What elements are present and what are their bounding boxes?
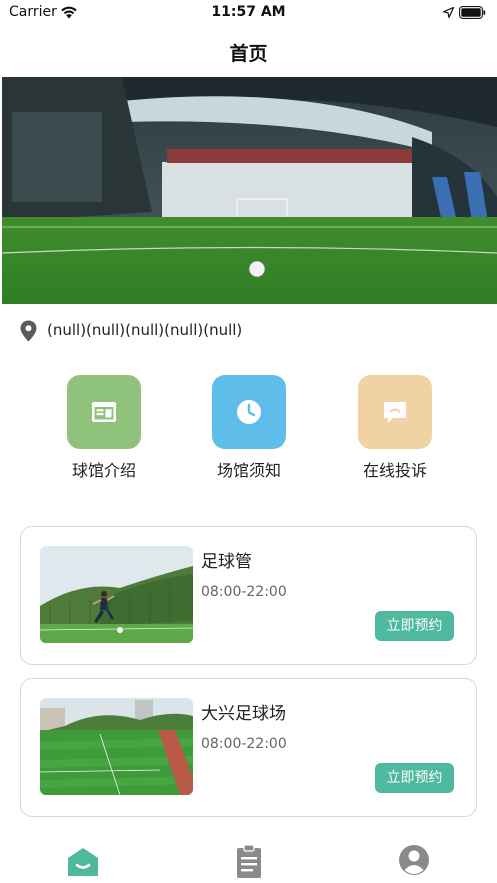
- venue-card[interactable]: 足球管 08:00-22:00 立即预约: [20, 526, 477, 665]
- tab-orders[interactable]: [229, 840, 269, 880]
- venue-name: 足球管: [201, 552, 252, 572]
- tab-profile[interactable]: [394, 840, 434, 880]
- feature-label: 场馆须知: [216, 461, 281, 480]
- location-pin-icon: [20, 320, 37, 342]
- venue-card[interactable]: 大兴足球场 08:00-22:00 立即预约: [20, 678, 477, 817]
- clipboard-icon: [237, 844, 261, 878]
- venue-thumbnail: [40, 546, 193, 643]
- chat-bubble-icon: [384, 402, 406, 423]
- book-now-button[interactable]: 立即预约: [375, 763, 454, 793]
- home-icon: [68, 848, 98, 876]
- tab-bar: [0, 832, 497, 883]
- user-icon: [399, 845, 429, 875]
- feature-label: 在线投诉: [362, 461, 427, 480]
- browser-window-icon: [92, 402, 116, 422]
- venue-hours: 08:00-22:00: [201, 584, 287, 600]
- address-text: (null)(null)(null)(null)(null): [47, 321, 243, 339]
- feature-tile-complaint[interactable]: [358, 375, 432, 449]
- venue-hours: 08:00-22:00: [201, 736, 287, 752]
- clock-icon: [237, 400, 261, 424]
- status-bar: Carrier 11:57 AM: [0, 0, 497, 26]
- venue-name: 大兴足球场: [201, 704, 286, 724]
- feature-label: 球馆介绍: [71, 461, 136, 480]
- battery-icon: [459, 6, 486, 19]
- feature-tile-venue-intro[interactable]: [67, 375, 141, 449]
- feature-tile-venue-rules[interactable]: [212, 375, 286, 449]
- hero-banner: [2, 77, 497, 304]
- tab-home[interactable]: [63, 840, 103, 880]
- hero-image: [2, 77, 497, 304]
- venue-thumbnail: [40, 698, 193, 795]
- clock-time: 11:57 AM: [211, 4, 286, 20]
- navigation-bar: 首页: [0, 26, 497, 76]
- feature-venue-rules[interactable]: 场馆须知: [189, 375, 309, 485]
- feature-venue-intro[interactable]: 球馆介绍: [44, 375, 164, 485]
- feature-complaint[interactable]: 在线投诉: [335, 375, 455, 485]
- page-title: 首页: [229, 43, 268, 65]
- address-row: (null)(null)(null)(null)(null): [20, 318, 480, 344]
- location-arrow-icon: [443, 7, 454, 18]
- book-now-button[interactable]: 立即预约: [375, 611, 454, 641]
